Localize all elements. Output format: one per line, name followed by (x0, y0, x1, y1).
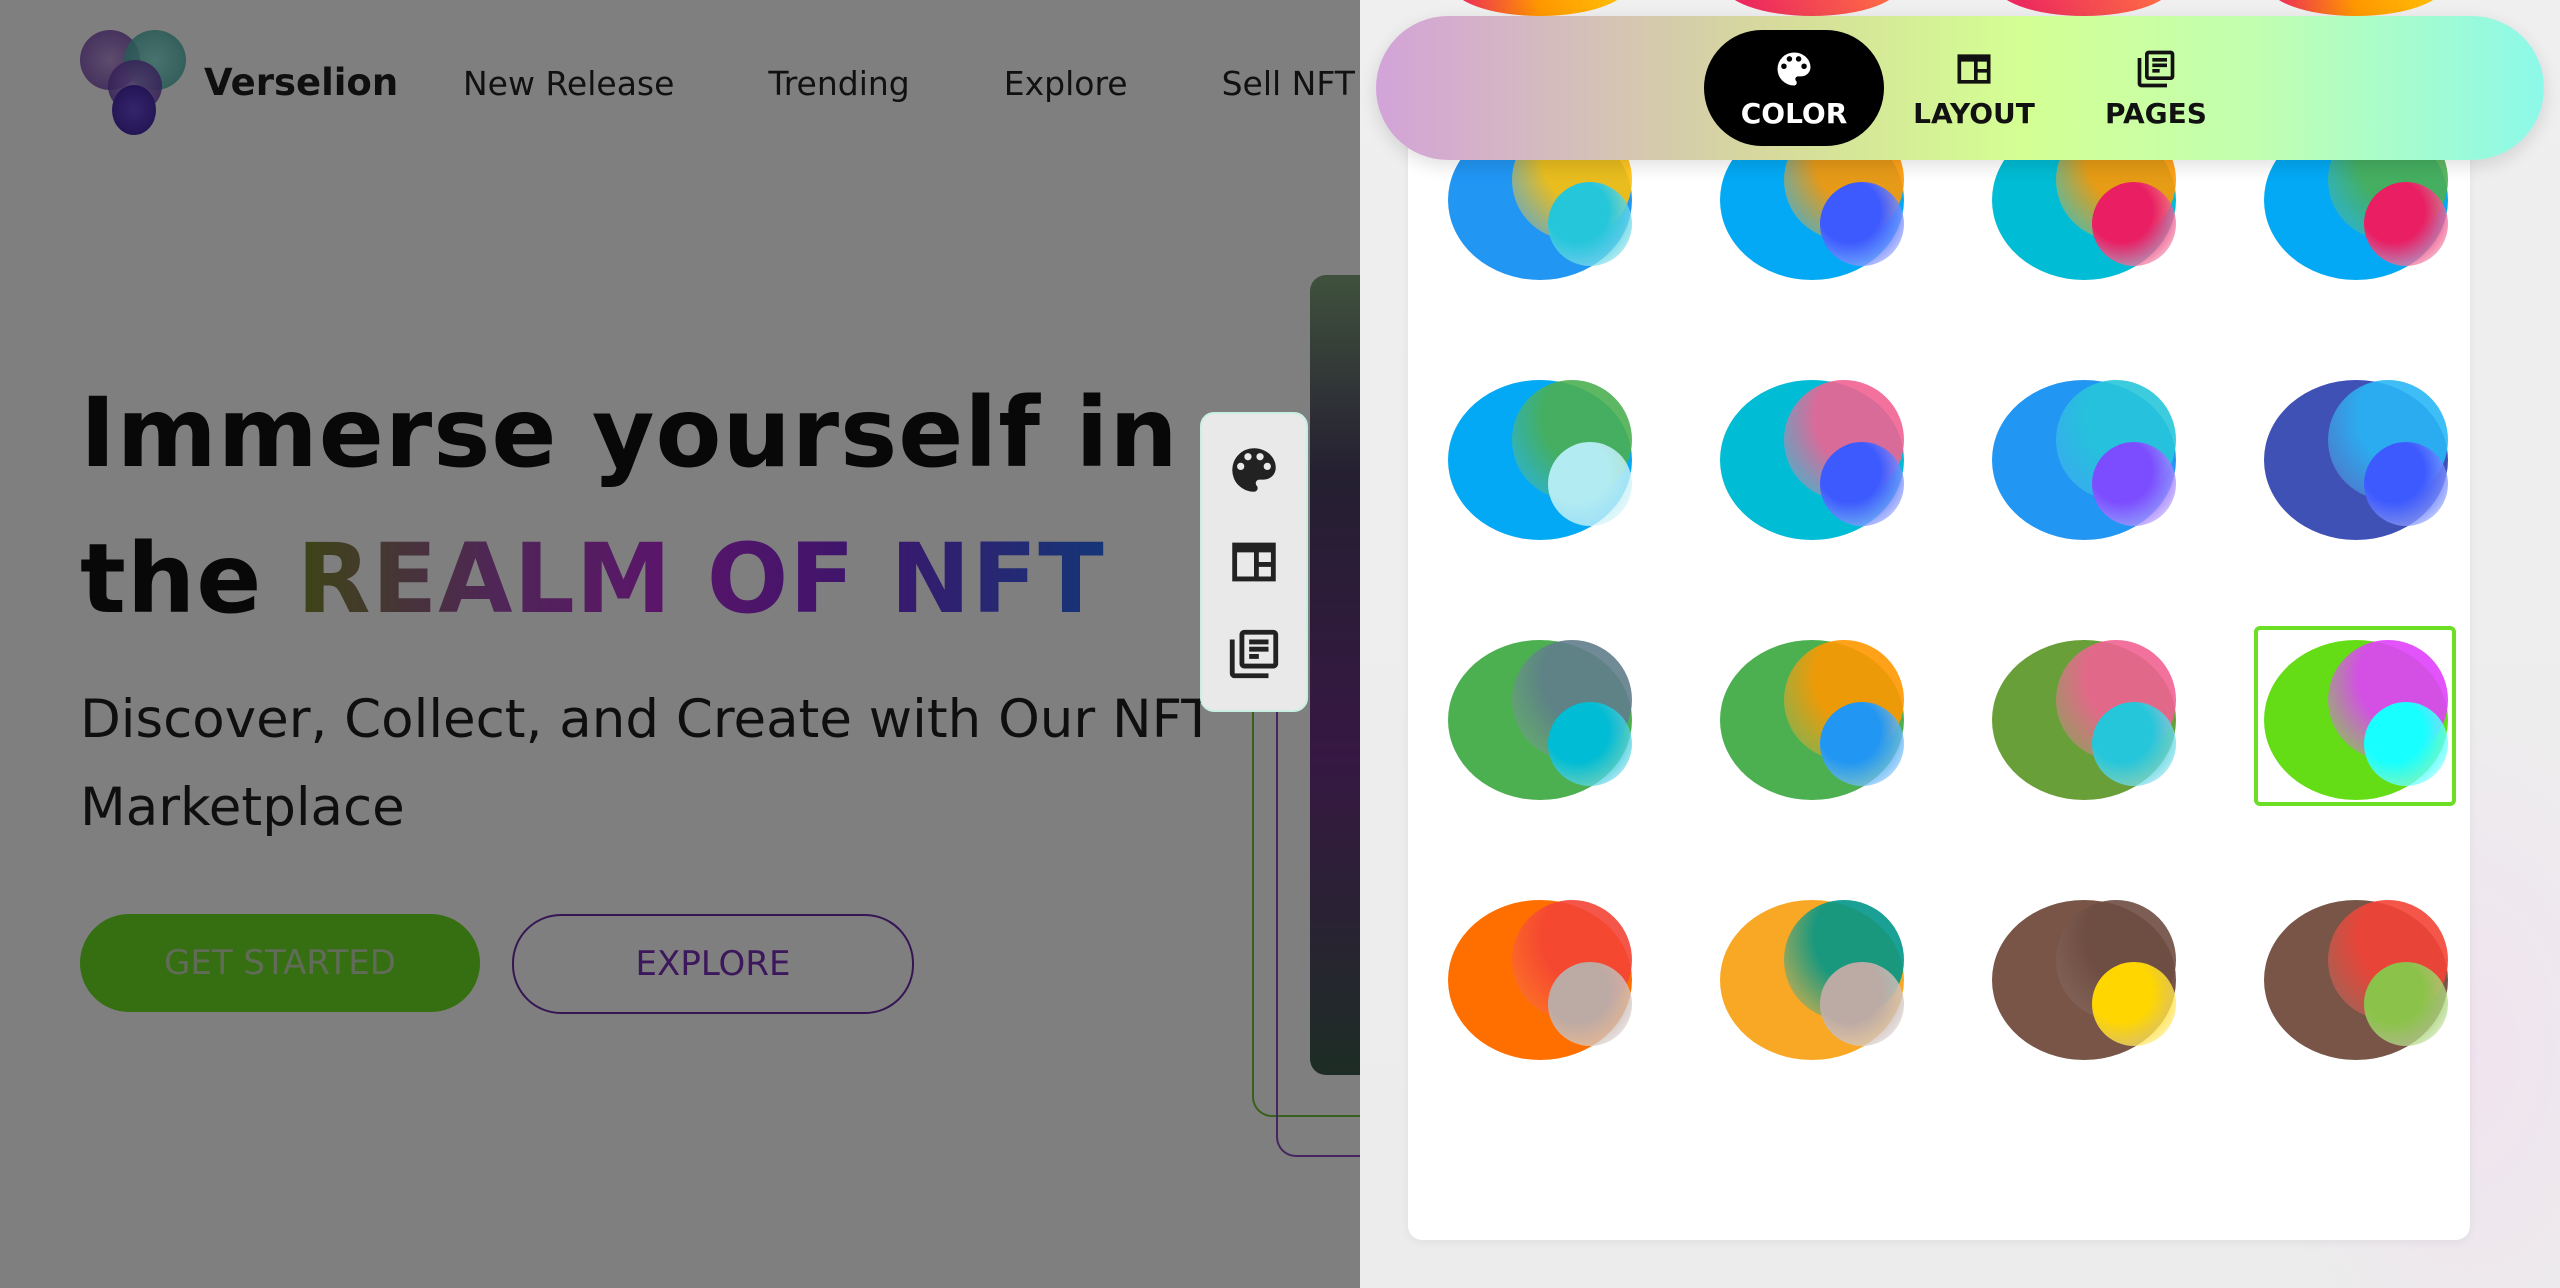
customizer-toolstrip (1200, 412, 1308, 712)
swatch-small-circle (1548, 182, 1632, 266)
customizer-tabbar: COLOR LAYOUT PAGES (1376, 16, 2544, 160)
swatch-small-circle (1820, 962, 1904, 1046)
color-swatch[interactable] (1720, 380, 1910, 570)
swatch-small-circle (2092, 442, 2176, 526)
swatch-small-circle (2364, 442, 2448, 526)
swatch-small-circle (2092, 702, 2176, 786)
swatch-small-circle (1820, 702, 1904, 786)
customizer-drawer: COLOR LAYOUT PAGES (1360, 0, 2560, 1288)
swatch-small-circle (2364, 182, 2448, 266)
swatch-partial (1994, 0, 2174, 16)
color-swatch[interactable] (2264, 380, 2454, 570)
color-swatch[interactable] (1992, 380, 2182, 570)
color-swatch[interactable] (1448, 380, 1638, 570)
swatch-partial (1722, 0, 1902, 16)
color-swatch[interactable] (1992, 640, 2182, 830)
swatch-partial (2266, 0, 2446, 16)
swatch-small-circle (2364, 702, 2448, 786)
color-swatch-panel (1408, 100, 2470, 1240)
palette-icon (1777, 52, 1811, 85)
color-swatch[interactable] (2254, 626, 2456, 830)
modal-overlay[interactable] (0, 0, 1360, 1288)
tab-color[interactable]: COLOR (1704, 30, 1884, 146)
color-swatch[interactable] (2264, 900, 2454, 1090)
layout-icon[interactable] (1224, 532, 1284, 592)
swatch-small-circle (1548, 702, 1632, 786)
tab-pages-label: PAGES (2105, 96, 2207, 130)
tab-pages[interactable]: PAGES (2066, 30, 2246, 146)
tab-color-label: COLOR (1740, 96, 1848, 130)
swatch-partial (1450, 0, 1630, 16)
color-swatch[interactable] (1720, 900, 1910, 1090)
palette-icon[interactable] (1224, 440, 1284, 500)
swatch-small-circle (1548, 962, 1632, 1046)
tab-layout-label: LAYOUT (1913, 96, 2035, 130)
swatch-small-circle (2364, 962, 2448, 1046)
layout-icon (1957, 53, 1991, 84)
swatch-small-circle (2092, 962, 2176, 1046)
color-swatch[interactable] (1448, 900, 1638, 1090)
swatch-small-circle (1820, 442, 1904, 526)
pages-icon (2137, 50, 2175, 87)
swatch-small-circle (1820, 182, 1904, 266)
color-swatch[interactable] (1448, 640, 1638, 830)
pages-icon[interactable] (1224, 624, 1284, 684)
color-swatch[interactable] (1720, 640, 1910, 830)
color-swatch[interactable] (1992, 900, 2182, 1090)
swatch-small-circle (2092, 182, 2176, 266)
tab-layout[interactable]: LAYOUT (1884, 30, 2064, 146)
swatch-small-circle (1548, 442, 1632, 526)
